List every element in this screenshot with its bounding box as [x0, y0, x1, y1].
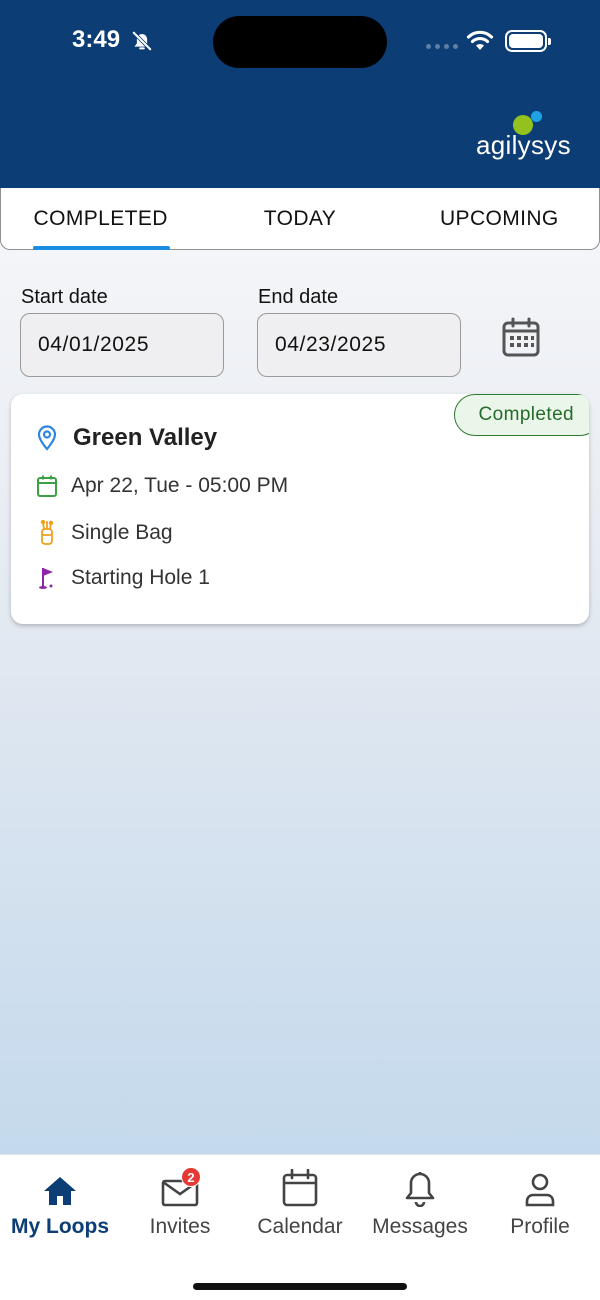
agilysys-logo: agilysys: [476, 130, 571, 160]
nav-calendar[interactable]: Calendar: [240, 1167, 360, 1239]
nav-label: Messages: [372, 1215, 468, 1238]
hole-row: Starting Hole 1: [35, 566, 210, 590]
battery-icon: [505, 30, 551, 52]
status-time: 3:49: [72, 26, 121, 53]
home-indicator: [193, 1283, 407, 1290]
golf-flag-icon: [35, 566, 59, 590]
tab-today[interactable]: TODAY: [200, 188, 399, 249]
cellular-signal-icon: [426, 44, 458, 49]
calendar-icon: [240, 1167, 360, 1207]
loop-tabs: COMPLETED TODAY UPCOMING: [0, 188, 600, 250]
nav-label: Profile: [510, 1215, 570, 1238]
location-pin-icon: [35, 425, 59, 451]
tab-upcoming[interactable]: UPCOMING: [400, 188, 599, 249]
mail-icon: [120, 1167, 240, 1207]
bag-row: Single Bag: [35, 520, 173, 546]
tab-completed[interactable]: COMPLETED: [1, 188, 200, 250]
starting-hole: Starting Hole 1: [71, 566, 210, 589]
datetime-row: Apr 22, Tue - 05:00 PM: [35, 474, 288, 498]
main-content: COMPLETED TODAY UPCOMING Start date 04/0…: [0, 188, 600, 1154]
status-badge: Completed: [453, 394, 589, 436]
nav-profile[interactable]: Profile: [480, 1167, 600, 1239]
nav-label: Invites: [149, 1215, 211, 1238]
bell-off-icon: [131, 30, 153, 57]
home-icon: [0, 1167, 120, 1207]
course-name: Green Valley: [73, 424, 218, 451]
dynamic-island: [213, 16, 387, 68]
start-date-label: Start date: [21, 286, 108, 308]
nav-my-loops[interactable]: My Loops: [0, 1167, 120, 1239]
app-header: 3:49 agilysys: [0, 0, 600, 188]
invites-count-badge: 2: [181, 1167, 201, 1187]
calendar-icon: [35, 474, 59, 498]
nav-label: My Loops: [11, 1215, 109, 1238]
loop-card[interactable]: Completed Green Valley Apr 22, Tue - 05:…: [11, 394, 589, 624]
nav-messages[interactable]: Messages: [360, 1167, 480, 1239]
nav-invites[interactable]: Invites: [120, 1167, 240, 1239]
golf-bag-icon: [35, 520, 59, 546]
bag-type: Single Bag: [71, 521, 173, 544]
nav-label: Calendar: [257, 1215, 343, 1238]
logo-dot-blue: [531, 111, 542, 122]
course-row: Green Valley: [35, 424, 217, 452]
person-icon: [480, 1167, 600, 1207]
start-date-input[interactable]: 04/01/2025: [20, 313, 224, 377]
bell-icon: [360, 1167, 480, 1207]
bottom-navigation: My Loops Invites 2 Calendar Messages Pro…: [0, 1154, 600, 1300]
wifi-icon: [465, 28, 495, 57]
end-date-label: End date: [258, 286, 339, 308]
end-date-input[interactable]: 04/23/2025: [257, 313, 461, 377]
loop-datetime: Apr 22, Tue - 05:00 PM: [71, 474, 289, 497]
calendar-icon[interactable]: [500, 316, 544, 365]
